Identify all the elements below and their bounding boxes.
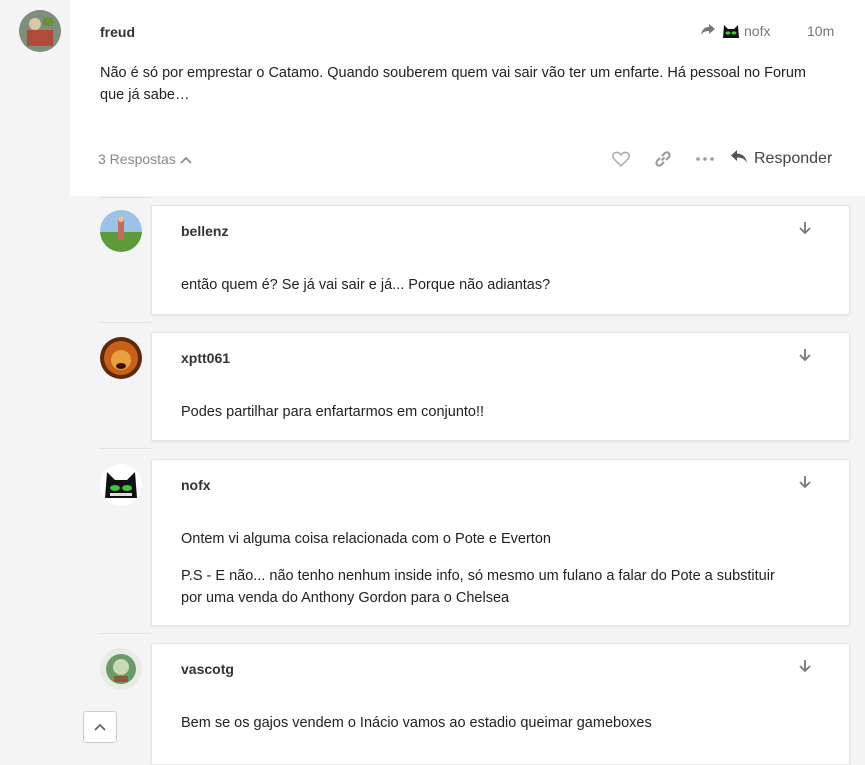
reply-to[interactable]: nofx — [700, 20, 770, 42]
reply-card: vascotg Bem se os gajos vendem o Inácio … — [151, 643, 850, 765]
reply-to-username: nofx — [744, 23, 771, 39]
scroll-top-button[interactable] — [83, 711, 117, 743]
avatar-nofx[interactable] — [100, 464, 142, 506]
arrow-down-icon[interactable] — [799, 475, 811, 494]
reply-label: Responder — [754, 150, 833, 167]
avatar-xptt061[interactable] — [100, 337, 142, 379]
reply-author[interactable]: vascotg — [181, 661, 234, 677]
post-author[interactable]: freud — [100, 24, 135, 40]
replies-count: 3 Respostas — [98, 151, 176, 167]
reply-text: Bem se os gajos vendem o Inácio vamos ao… — [181, 715, 652, 731]
avatar-vascotg[interactable] — [100, 648, 142, 690]
reply-text: Podes partilhar para enfartarmos em conj… — [181, 404, 485, 420]
heart-icon[interactable] — [600, 145, 642, 173]
divider — [99, 448, 151, 449]
chevron-up-icon — [94, 718, 106, 736]
reply-author[interactable]: nofx — [181, 477, 211, 493]
arrow-down-icon[interactable] — [799, 221, 811, 240]
reply-text-line: por uma venda do Anthony Gordon para o C… — [181, 590, 510, 606]
post-text: Não é só por emprestar o Catamo. Quando … — [100, 62, 806, 106]
post-text-line: Não é só por emprestar o Catamo. Quando … — [100, 65, 807, 81]
divider — [99, 197, 151, 198]
ellipsis-icon[interactable] — [684, 145, 726, 173]
main-post: freud nofx 10m Não é só por emprestar o … — [70, 0, 865, 196]
reply-text: Ontem vi alguma coisa relacionada com o … — [181, 531, 551, 547]
arrow-down-icon[interactable] — [799, 659, 811, 678]
share-arrow-icon — [700, 23, 716, 40]
link-icon[interactable] — [642, 145, 684, 173]
reply-arrow-icon — [730, 149, 748, 169]
post-actions: Responder — [600, 145, 832, 173]
reply-author[interactable]: bellenz — [181, 223, 228, 239]
reply-card: xptt061 Podes partilhar para enfartarmos… — [151, 332, 850, 441]
arrow-down-icon[interactable] — [799, 348, 811, 367]
chevron-up-icon — [180, 151, 192, 167]
reply-card: nofx Ontem vi alguma coisa relacionada c… — [151, 459, 850, 626]
replies-toggle[interactable]: 3 Respostas — [98, 151, 192, 167]
reply-card: bellenz então quem é? Se já vai sair e j… — [151, 205, 850, 315]
avatar-bellenz[interactable] — [100, 210, 142, 252]
reply-author[interactable]: xptt061 — [181, 350, 230, 366]
reply-text: então quem é? Se já vai sair e já... Por… — [181, 277, 551, 293]
reply-button[interactable]: Responder — [730, 149, 832, 169]
reply-to-avatar — [720, 20, 742, 42]
divider — [99, 322, 151, 323]
avatar-freud[interactable] — [19, 10, 61, 52]
reply-text: P.S - E não... não tenho nenhum inside i… — [181, 565, 775, 609]
post-time[interactable]: 10m — [807, 23, 834, 39]
reply-text-line: P.S - E não... não tenho nenhum inside i… — [181, 568, 775, 584]
post-text-line: que já sabe… — [100, 87, 190, 103]
divider — [99, 633, 151, 634]
